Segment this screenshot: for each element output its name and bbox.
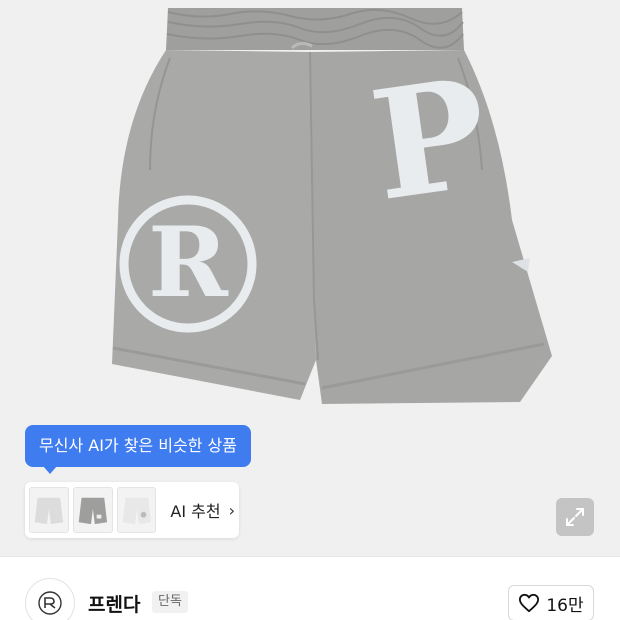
shorts-thumb-icon [34,497,64,525]
heart-icon [519,593,540,613]
ai-similar-tooltip[interactable]: 무신사 AI가 찾은 비슷한 상품 [25,425,251,474]
ai-recommendation-link[interactable]: AI 추천 › [170,498,235,522]
like-button[interactable]: 16만 [508,585,594,620]
chevron-right-icon: › [228,500,235,520]
product-image: R P [112,8,552,404]
expand-arrows-icon [566,508,584,526]
tooltip-tail [43,466,57,474]
brand-logo-icon [38,591,62,615]
brand-name[interactable]: 프렌다 [88,590,140,617]
ai-tooltip-text: 무신사 AI가 찾은 비슷한 상품 [39,436,237,455]
shorts-thumb-icon [122,497,151,525]
similar-product-thumb-2[interactable] [72,487,113,533]
exclusive-badge: 단독 [152,591,188,613]
product-image-area[interactable]: R P 무신사 AI가 찾은 비슷한 상품 AI 추천 › [0,0,620,556]
ai-recommendation-label: AI 추천 [170,502,221,521]
brand-logo[interactable] [25,578,75,620]
expand-image-button[interactable] [556,498,594,536]
shorts-thumb-icon [78,497,107,525]
svg-text:R: R [148,206,229,319]
similar-product-thumb-1[interactable] [29,487,69,533]
logo-patch-right: P [362,45,498,235]
ai-recommendation-strip[interactable]: AI 추천 › [25,482,239,538]
similar-product-thumb-3[interactable] [116,487,157,533]
like-count: 16만 [546,595,584,616]
brand-bar: 프렌다 단독 16만 [0,556,620,620]
